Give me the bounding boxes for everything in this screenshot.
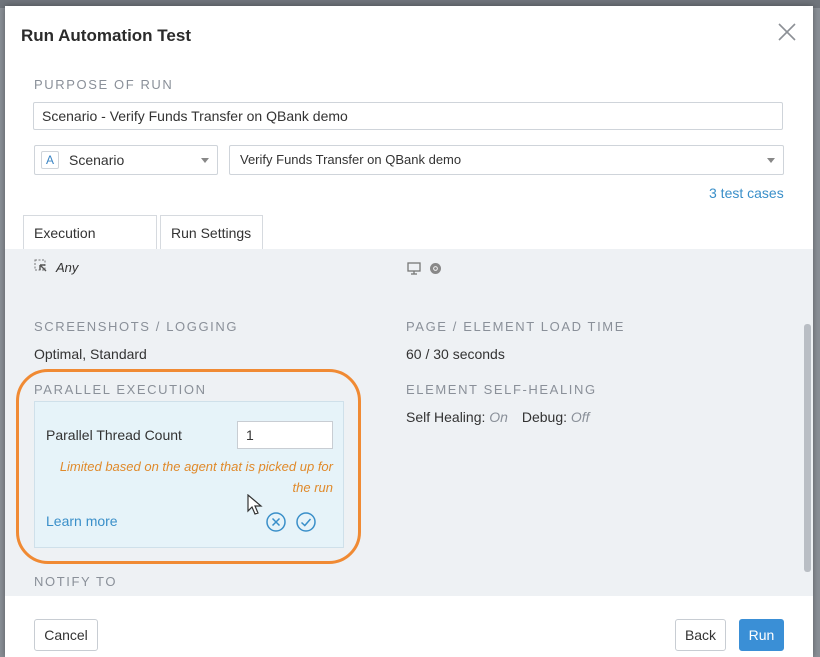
mouse-cursor-icon (247, 494, 263, 515)
desktop-icon (407, 262, 421, 275)
purpose-label: PURPOSE OF RUN (34, 77, 174, 92)
parallel-thread-input[interactable]: 1 (237, 421, 333, 449)
scope-select-value: Scenario (69, 152, 125, 168)
agent-select-icon (34, 259, 47, 272)
scenario-select-value: Verify Funds Transfer on QBank demo (240, 152, 462, 167)
learn-more-link[interactable]: Learn more (46, 513, 118, 529)
notify-label: NOTIFY TO (34, 574, 118, 589)
tab-run-settings[interactable]: Run Settings (160, 215, 263, 250)
dialog-title: Run Automation Test (21, 26, 191, 45)
chrome-browser-icon (430, 263, 441, 274)
scope-type-badge: A (41, 151, 59, 169)
close-button[interactable] (775, 20, 799, 44)
screenshots-value[interactable]: Optimal, Standard (34, 346, 147, 362)
scenario-select[interactable]: Verify Funds Transfer on QBank demo (229, 145, 784, 175)
scope-select[interactable]: A Scenario (34, 145, 218, 175)
chevron-down-icon (201, 158, 209, 163)
self-healing-key: Self Healing: (406, 409, 486, 425)
cancel-button[interactable]: Cancel (34, 619, 98, 651)
scrollbar[interactable] (804, 324, 811, 572)
parallel-warning-line1: Limited based on the agent that is picke… (59, 459, 333, 474)
back-button[interactable]: Back (675, 619, 726, 651)
chevron-down-icon (767, 158, 775, 163)
parallel-thread-label: Parallel Thread Count (46, 427, 182, 443)
run-automation-dialog: Run Automation Test PURPOSE OF RUN Scena… (5, 6, 813, 657)
settings-tabs: Execution Params Run Settings (5, 215, 813, 275)
load-time-label: PAGE / ELEMENT LOAD TIME (406, 319, 626, 334)
load-time-value[interactable]: 60 / 30 seconds (406, 346, 505, 362)
screenshots-label: SCREENSHOTS / LOGGING (34, 319, 239, 334)
parallel-warning-line2: the run (292, 480, 333, 495)
self-healing-settings[interactable]: Self Healing: On Debug: Off (406, 409, 590, 425)
run-button[interactable]: Run (739, 619, 784, 651)
debug-value: Off (570, 409, 590, 425)
self-healing-label: ELEMENT SELF-HEALING (406, 382, 597, 397)
parallel-execution-label: PARALLEL EXECUTION (34, 382, 207, 397)
dialog-footer: Cancel Back Run (5, 596, 813, 657)
debug-key: Debug: (521, 409, 568, 425)
self-healing-value: On (489, 409, 508, 425)
close-icon (778, 23, 796, 41)
test-cases-link[interactable]: 3 test cases (709, 185, 784, 201)
tab-execution-params[interactable]: Execution Params (23, 215, 157, 275)
cancel-circle-icon[interactable] (265, 511, 287, 533)
confirm-check-icon[interactable] (295, 511, 317, 533)
agent-value: Any (56, 260, 79, 275)
purpose-input[interactable]: Scenario - Verify Funds Transfer on QBan… (33, 102, 783, 130)
